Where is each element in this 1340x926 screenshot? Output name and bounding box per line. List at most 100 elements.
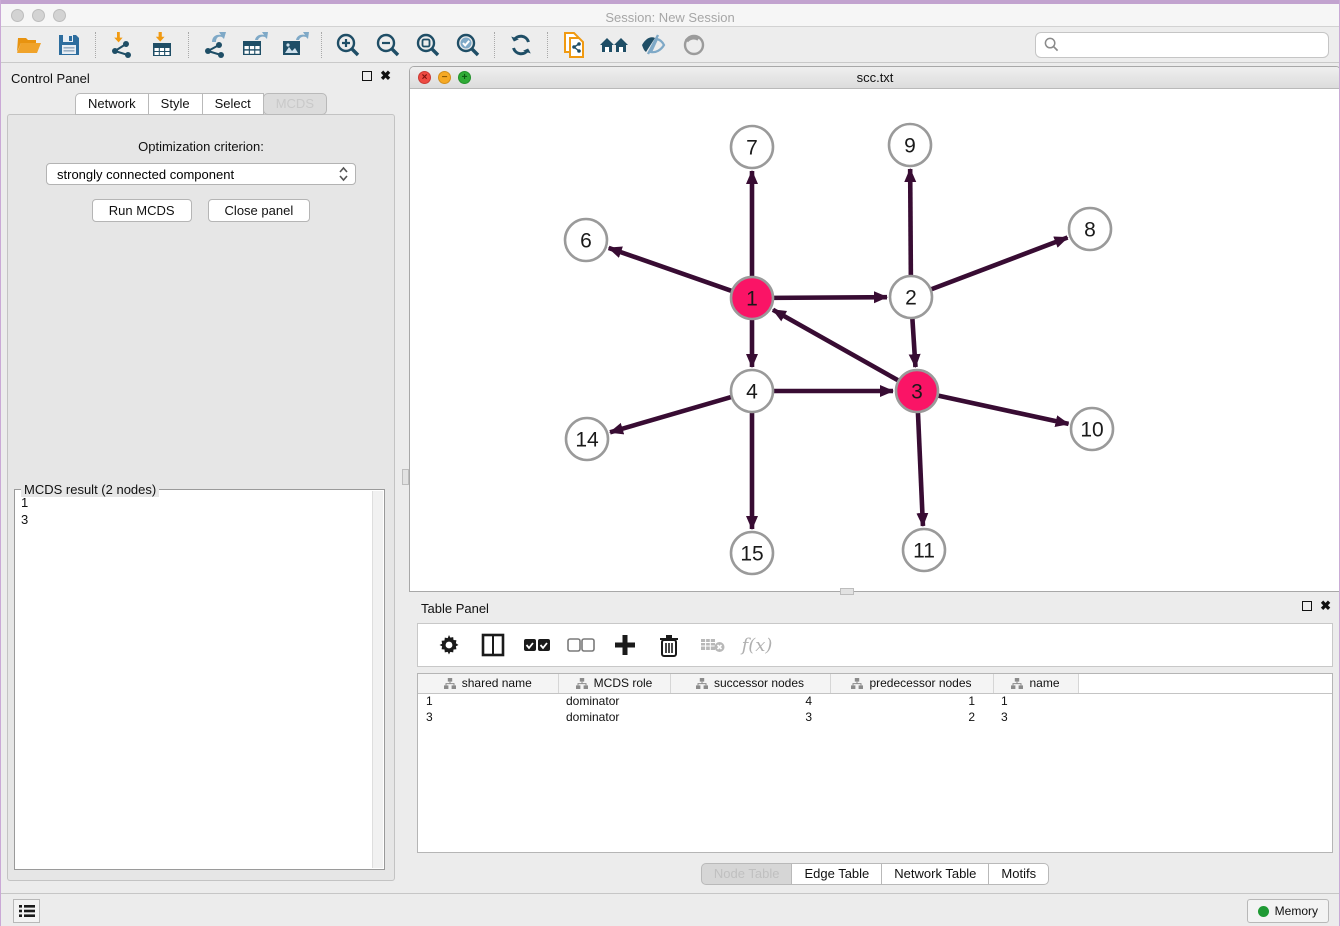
table-row[interactable]: 3dominator323 bbox=[418, 709, 1332, 725]
delete-table-button[interactable] bbox=[696, 628, 730, 662]
cell-shared-name[interactable]: 1 bbox=[418, 693, 558, 709]
zoom-in-icon bbox=[335, 32, 361, 58]
close-panel-button[interactable]: Close panel bbox=[208, 199, 311, 222]
graph-node-1[interactable]: 1 bbox=[731, 277, 773, 319]
node-table[interactable]: shared nameMCDS rolesuccessor nodesprede… bbox=[417, 673, 1333, 853]
zoom-in-button[interactable] bbox=[328, 29, 368, 61]
graph-node-2[interactable]: 2 bbox=[890, 276, 932, 318]
graph-node-4[interactable]: 4 bbox=[731, 370, 773, 412]
status-menu-button[interactable] bbox=[13, 899, 40, 923]
svg-text:11: 11 bbox=[913, 540, 935, 563]
criterion-select[interactable]: strongly connected component bbox=[46, 163, 356, 185]
memory-button[interactable]: Memory bbox=[1247, 899, 1329, 923]
deselect-all-checkboxes-button[interactable] bbox=[564, 628, 598, 662]
network-close-button[interactable]: × bbox=[418, 71, 431, 84]
cell-name[interactable]: 1 bbox=[993, 693, 1078, 709]
cell-successor-nodes[interactable]: 4 bbox=[670, 693, 830, 709]
edge-3-11[interactable] bbox=[918, 411, 923, 526]
graph-node-3[interactable]: 3 bbox=[896, 370, 938, 412]
edge-2-9[interactable] bbox=[910, 169, 911, 277]
houses-icon bbox=[599, 33, 629, 57]
cell-predecessor-nodes[interactable]: 1 bbox=[830, 693, 993, 709]
unchecked-boxes-icon bbox=[567, 638, 595, 652]
graph-node-6[interactable]: 6 bbox=[565, 219, 607, 261]
edge-3-1[interactable] bbox=[773, 310, 900, 381]
export-image-button[interactable] bbox=[275, 29, 315, 61]
close-panel-icon[interactable]: ✖ bbox=[380, 71, 391, 81]
table-settings-button[interactable] bbox=[432, 628, 466, 662]
tab-motifs[interactable]: Motifs bbox=[988, 863, 1049, 885]
run-mcds-button[interactable]: Run MCDS bbox=[92, 199, 192, 222]
column-header-predecessor-nodes[interactable]: predecessor nodes bbox=[830, 674, 993, 693]
column-header-shared-name[interactable]: shared name bbox=[418, 674, 558, 693]
column-header-successor-nodes[interactable]: successor nodes bbox=[670, 674, 830, 693]
cell-MCDS-role[interactable]: dominator bbox=[558, 709, 670, 725]
graph-node-11[interactable]: 11 bbox=[903, 529, 945, 571]
divider-grip-horizontal[interactable] bbox=[840, 588, 854, 595]
add-column-button[interactable] bbox=[608, 628, 642, 662]
cell-predecessor-nodes[interactable]: 2 bbox=[830, 709, 993, 725]
graph-node-14[interactable]: 14 bbox=[566, 418, 608, 460]
svg-text:1: 1 bbox=[746, 288, 758, 311]
graph-node-7[interactable]: 7 bbox=[731, 126, 773, 168]
zoom-selected-button[interactable] bbox=[448, 29, 488, 61]
cell-name[interactable]: 3 bbox=[993, 709, 1078, 725]
cell-MCDS-role[interactable]: dominator bbox=[558, 693, 670, 709]
select-all-checkboxes-button[interactable] bbox=[520, 628, 554, 662]
tab-network-table[interactable]: Network Table bbox=[881, 863, 989, 885]
hide-selected-button[interactable] bbox=[674, 29, 714, 61]
column-header-name[interactable]: name bbox=[993, 674, 1078, 693]
export-network-button[interactable] bbox=[195, 29, 235, 61]
network-canvas[interactable]: 7 9 6 8 1 2 4 3 14 10 15 11 bbox=[410, 89, 1340, 591]
cell-successor-nodes[interactable]: 3 bbox=[670, 709, 830, 725]
edge-4-14[interactable] bbox=[610, 397, 733, 433]
column-header-MCDS-role[interactable]: MCDS role bbox=[558, 674, 670, 693]
graph-node-15[interactable]: 15 bbox=[731, 532, 773, 574]
cell-shared-name[interactable]: 3 bbox=[418, 709, 558, 725]
tab-edge-table[interactable]: Edge Table bbox=[791, 863, 882, 885]
network-view-titlebar[interactable]: × − + scc.txt bbox=[410, 67, 1340, 89]
table-row[interactable]: 1dominator411 bbox=[418, 693, 1332, 709]
svg-text:9: 9 bbox=[904, 135, 916, 158]
table-panel: Table Panel ✖ bbox=[409, 595, 1340, 893]
import-table-button[interactable] bbox=[142, 29, 182, 61]
float-panel-icon[interactable] bbox=[362, 71, 372, 81]
search-icon bbox=[1044, 37, 1059, 52]
tab-select[interactable]: Select bbox=[202, 93, 264, 115]
open-session-button[interactable] bbox=[9, 29, 49, 61]
zoom-out-button[interactable] bbox=[368, 29, 408, 61]
graph-node-10[interactable]: 10 bbox=[1071, 408, 1113, 450]
mcds-result-text[interactable]: 1 3 bbox=[16, 491, 372, 868]
network-maximize-button[interactable]: + bbox=[458, 71, 471, 84]
network-minimize-button[interactable]: − bbox=[438, 71, 451, 84]
show-graphics-details-button[interactable] bbox=[634, 29, 674, 61]
clone-network-button[interactable] bbox=[554, 29, 594, 61]
save-session-button[interactable] bbox=[49, 29, 89, 61]
divider-grip-vertical[interactable] bbox=[402, 469, 409, 485]
tab-style[interactable]: Style bbox=[148, 93, 203, 115]
first-neighbors-button[interactable] bbox=[594, 29, 634, 61]
edge-1-6[interactable] bbox=[609, 248, 733, 291]
column-layout-button[interactable] bbox=[476, 628, 510, 662]
export-table-button[interactable] bbox=[235, 29, 275, 61]
graph-node-8[interactable]: 8 bbox=[1069, 208, 1111, 250]
network-graph[interactable]: 7 9 6 8 1 2 4 3 14 10 15 11 bbox=[410, 89, 1340, 591]
edge-1-2[interactable] bbox=[772, 297, 887, 298]
edge-3-10[interactable] bbox=[937, 395, 1069, 424]
float-table-panel-icon[interactable] bbox=[1302, 601, 1312, 611]
mcds-result-scrollbar[interactable] bbox=[372, 491, 383, 868]
delete-columns-button[interactable] bbox=[652, 628, 686, 662]
import-network-button[interactable] bbox=[102, 29, 142, 61]
function-builder-button[interactable]: f(x) bbox=[740, 628, 774, 662]
tab-network[interactable]: Network bbox=[75, 93, 149, 115]
close-table-panel-icon[interactable]: ✖ bbox=[1320, 601, 1331, 611]
search-box[interactable] bbox=[1035, 32, 1329, 58]
tab-mcds[interactable]: MCDS bbox=[263, 93, 327, 115]
search-input[interactable] bbox=[1065, 37, 1320, 52]
refresh-button[interactable] bbox=[501, 29, 541, 61]
graph-node-9[interactable]: 9 bbox=[889, 124, 931, 166]
edge-2-3[interactable] bbox=[912, 317, 915, 367]
zoom-fit-button[interactable] bbox=[408, 29, 448, 61]
edge-2-8[interactable] bbox=[930, 238, 1068, 290]
tab-node-table[interactable]: Node Table bbox=[701, 863, 793, 885]
